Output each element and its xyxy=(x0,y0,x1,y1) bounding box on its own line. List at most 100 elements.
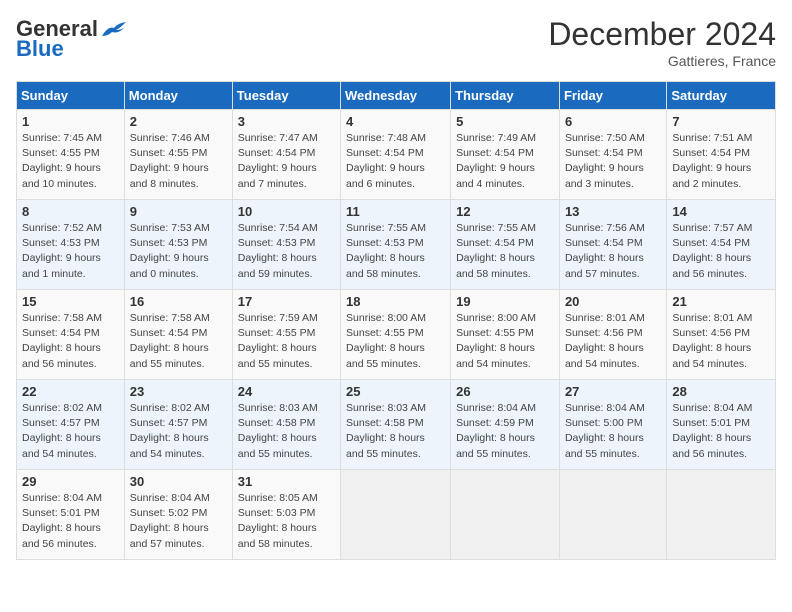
logo-blue-text: Blue xyxy=(16,36,64,62)
day-info: Sunrise: 8:04 AMSunset: 5:00 PMDaylight:… xyxy=(565,401,661,462)
day-info: Sunrise: 7:48 AMSunset: 4:54 PMDaylight:… xyxy=(346,131,445,192)
calendar-week-row: 1 Sunrise: 7:45 AMSunset: 4:55 PMDayligh… xyxy=(17,110,776,200)
day-info: Sunrise: 8:02 AMSunset: 4:57 PMDaylight:… xyxy=(22,401,119,462)
calendar-week-row: 8 Sunrise: 7:52 AMSunset: 4:53 PMDayligh… xyxy=(17,200,776,290)
calendar-cell: 15 Sunrise: 7:58 AMSunset: 4:54 PMDaylig… xyxy=(17,290,125,380)
calendar-cell: 3 Sunrise: 7:47 AMSunset: 4:54 PMDayligh… xyxy=(232,110,340,200)
day-number: 19 xyxy=(456,294,554,309)
day-info: Sunrise: 8:01 AMSunset: 4:56 PMDaylight:… xyxy=(672,311,770,372)
calendar-cell: 27 Sunrise: 8:04 AMSunset: 5:00 PMDaylig… xyxy=(559,380,666,470)
day-number: 27 xyxy=(565,384,661,399)
day-number: 18 xyxy=(346,294,445,309)
day-info: Sunrise: 7:51 AMSunset: 4:54 PMDaylight:… xyxy=(672,131,770,192)
day-info: Sunrise: 8:00 AMSunset: 4:55 PMDaylight:… xyxy=(456,311,554,372)
day-info: Sunrise: 7:52 AMSunset: 4:53 PMDaylight:… xyxy=(22,221,119,282)
day-number: 14 xyxy=(672,204,770,219)
day-info: Sunrise: 7:45 AMSunset: 4:55 PMDaylight:… xyxy=(22,131,119,192)
page-header: General Blue December 2024 Gattieres, Fr… xyxy=(16,16,776,69)
day-number: 21 xyxy=(672,294,770,309)
day-info: Sunrise: 8:02 AMSunset: 4:57 PMDaylight:… xyxy=(130,401,227,462)
day-number: 22 xyxy=(22,384,119,399)
day-info: Sunrise: 7:55 AMSunset: 4:54 PMDaylight:… xyxy=(456,221,554,282)
day-number: 11 xyxy=(346,204,445,219)
weekday-header-tuesday: Tuesday xyxy=(232,82,340,110)
calendar-cell: 31 Sunrise: 8:05 AMSunset: 5:03 PMDaylig… xyxy=(232,470,340,560)
day-info: Sunrise: 7:46 AMSunset: 4:55 PMDaylight:… xyxy=(130,131,227,192)
day-number: 8 xyxy=(22,204,119,219)
calendar-cell: 8 Sunrise: 7:52 AMSunset: 4:53 PMDayligh… xyxy=(17,200,125,290)
title-block: December 2024 Gattieres, France xyxy=(548,16,776,69)
logo: General Blue xyxy=(16,16,128,62)
weekday-header-row: SundayMondayTuesdayWednesdayThursdayFrid… xyxy=(17,82,776,110)
day-info: Sunrise: 7:55 AMSunset: 4:53 PMDaylight:… xyxy=(346,221,445,282)
day-info: Sunrise: 8:01 AMSunset: 4:56 PMDaylight:… xyxy=(565,311,661,372)
day-info: Sunrise: 7:56 AMSunset: 4:54 PMDaylight:… xyxy=(565,221,661,282)
day-info: Sunrise: 7:58 AMSunset: 4:54 PMDaylight:… xyxy=(130,311,227,372)
calendar-cell: 10 Sunrise: 7:54 AMSunset: 4:53 PMDaylig… xyxy=(232,200,340,290)
day-number: 2 xyxy=(130,114,227,129)
weekday-header-thursday: Thursday xyxy=(451,82,560,110)
calendar-cell: 22 Sunrise: 8:02 AMSunset: 4:57 PMDaylig… xyxy=(17,380,125,470)
day-number: 25 xyxy=(346,384,445,399)
weekday-header-friday: Friday xyxy=(559,82,666,110)
day-number: 1 xyxy=(22,114,119,129)
day-number: 20 xyxy=(565,294,661,309)
logo-bird-icon xyxy=(100,18,128,40)
day-info: Sunrise: 7:49 AMSunset: 4:54 PMDaylight:… xyxy=(456,131,554,192)
calendar-cell: 11 Sunrise: 7:55 AMSunset: 4:53 PMDaylig… xyxy=(341,200,451,290)
day-number: 13 xyxy=(565,204,661,219)
day-number: 7 xyxy=(672,114,770,129)
day-number: 28 xyxy=(672,384,770,399)
calendar-cell: 25 Sunrise: 8:03 AMSunset: 4:58 PMDaylig… xyxy=(341,380,451,470)
calendar-cell: 30 Sunrise: 8:04 AMSunset: 5:02 PMDaylig… xyxy=(124,470,232,560)
day-info: Sunrise: 7:53 AMSunset: 4:53 PMDaylight:… xyxy=(130,221,227,282)
calendar-cell xyxy=(559,470,666,560)
calendar-cell: 5 Sunrise: 7:49 AMSunset: 4:54 PMDayligh… xyxy=(451,110,560,200)
calendar-cell: 14 Sunrise: 7:57 AMSunset: 4:54 PMDaylig… xyxy=(667,200,776,290)
day-info: Sunrise: 8:00 AMSunset: 4:55 PMDaylight:… xyxy=(346,311,445,372)
calendar-cell xyxy=(667,470,776,560)
calendar-cell: 16 Sunrise: 7:58 AMSunset: 4:54 PMDaylig… xyxy=(124,290,232,380)
calendar-cell: 26 Sunrise: 8:04 AMSunset: 4:59 PMDaylig… xyxy=(451,380,560,470)
calendar-cell: 19 Sunrise: 8:00 AMSunset: 4:55 PMDaylig… xyxy=(451,290,560,380)
day-number: 30 xyxy=(130,474,227,489)
day-info: Sunrise: 8:04 AMSunset: 4:59 PMDaylight:… xyxy=(456,401,554,462)
day-number: 4 xyxy=(346,114,445,129)
weekday-header-monday: Monday xyxy=(124,82,232,110)
day-info: Sunrise: 7:54 AMSunset: 4:53 PMDaylight:… xyxy=(238,221,335,282)
calendar-cell: 28 Sunrise: 8:04 AMSunset: 5:01 PMDaylig… xyxy=(667,380,776,470)
location-subtitle: Gattieres, France xyxy=(548,53,776,69)
calendar-cell: 2 Sunrise: 7:46 AMSunset: 4:55 PMDayligh… xyxy=(124,110,232,200)
calendar-cell: 17 Sunrise: 7:59 AMSunset: 4:55 PMDaylig… xyxy=(232,290,340,380)
calendar-cell: 4 Sunrise: 7:48 AMSunset: 4:54 PMDayligh… xyxy=(341,110,451,200)
day-number: 29 xyxy=(22,474,119,489)
day-info: Sunrise: 8:03 AMSunset: 4:58 PMDaylight:… xyxy=(346,401,445,462)
weekday-header-saturday: Saturday xyxy=(667,82,776,110)
calendar-cell: 7 Sunrise: 7:51 AMSunset: 4:54 PMDayligh… xyxy=(667,110,776,200)
calendar-table: SundayMondayTuesdayWednesdayThursdayFrid… xyxy=(16,81,776,560)
day-number: 6 xyxy=(565,114,661,129)
day-number: 12 xyxy=(456,204,554,219)
day-info: Sunrise: 8:04 AMSunset: 5:01 PMDaylight:… xyxy=(672,401,770,462)
calendar-cell: 9 Sunrise: 7:53 AMSunset: 4:53 PMDayligh… xyxy=(124,200,232,290)
day-info: Sunrise: 8:05 AMSunset: 5:03 PMDaylight:… xyxy=(238,491,335,552)
weekday-header-wednesday: Wednesday xyxy=(341,82,451,110)
calendar-cell: 12 Sunrise: 7:55 AMSunset: 4:54 PMDaylig… xyxy=(451,200,560,290)
calendar-week-row: 22 Sunrise: 8:02 AMSunset: 4:57 PMDaylig… xyxy=(17,380,776,470)
day-number: 16 xyxy=(130,294,227,309)
day-number: 10 xyxy=(238,204,335,219)
day-number: 3 xyxy=(238,114,335,129)
calendar-cell: 18 Sunrise: 8:00 AMSunset: 4:55 PMDaylig… xyxy=(341,290,451,380)
day-number: 23 xyxy=(130,384,227,399)
day-number: 17 xyxy=(238,294,335,309)
day-number: 26 xyxy=(456,384,554,399)
calendar-week-row: 15 Sunrise: 7:58 AMSunset: 4:54 PMDaylig… xyxy=(17,290,776,380)
day-info: Sunrise: 8:04 AMSunset: 5:01 PMDaylight:… xyxy=(22,491,119,552)
calendar-cell: 20 Sunrise: 8:01 AMSunset: 4:56 PMDaylig… xyxy=(559,290,666,380)
month-title: December 2024 xyxy=(548,16,776,53)
calendar-cell: 13 Sunrise: 7:56 AMSunset: 4:54 PMDaylig… xyxy=(559,200,666,290)
day-info: Sunrise: 7:57 AMSunset: 4:54 PMDaylight:… xyxy=(672,221,770,282)
day-number: 5 xyxy=(456,114,554,129)
calendar-cell: 6 Sunrise: 7:50 AMSunset: 4:54 PMDayligh… xyxy=(559,110,666,200)
calendar-cell: 29 Sunrise: 8:04 AMSunset: 5:01 PMDaylig… xyxy=(17,470,125,560)
